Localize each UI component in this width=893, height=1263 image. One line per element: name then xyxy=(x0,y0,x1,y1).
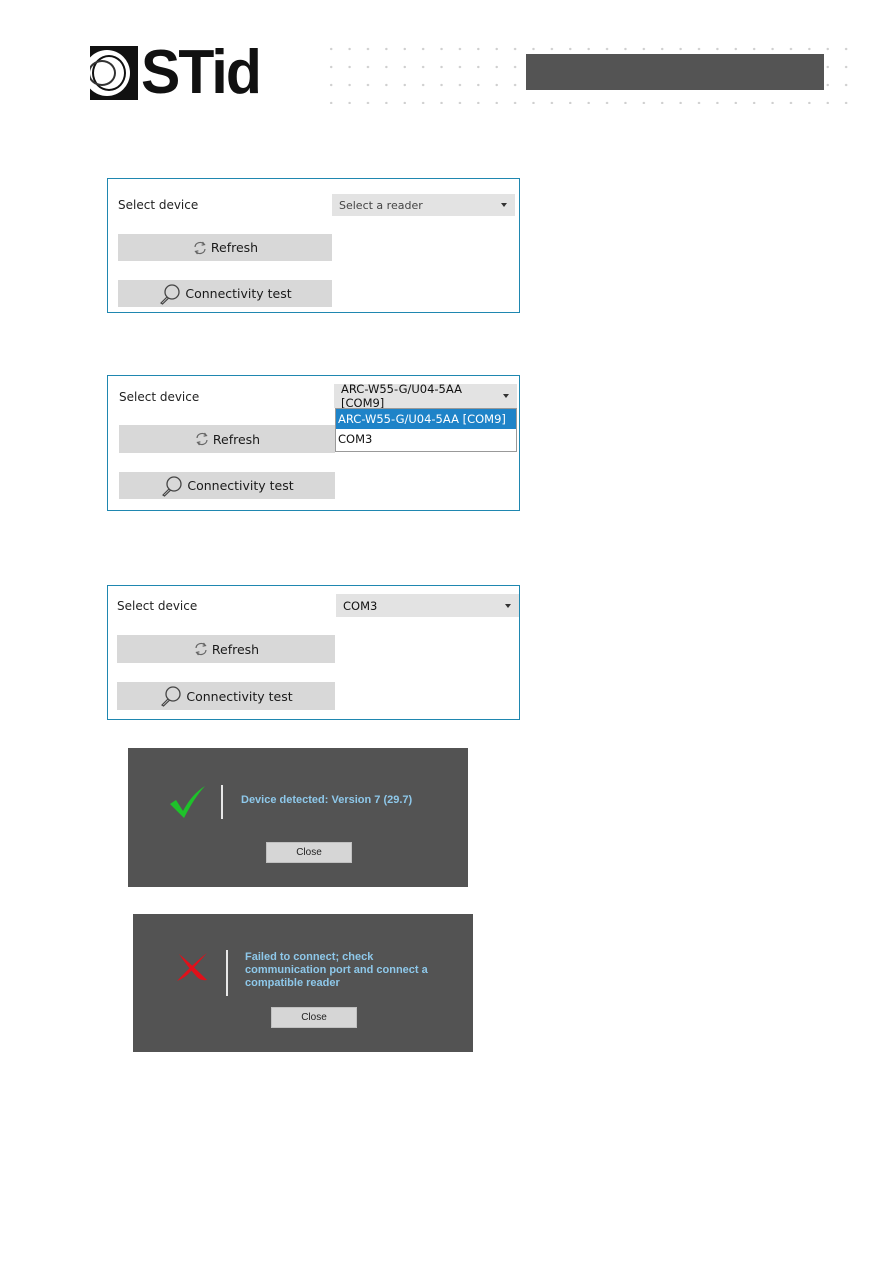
failure-dialog: Failed to connect; check communication p… xyxy=(133,914,473,1052)
chevron-down-icon xyxy=(503,394,509,398)
failure-message-line: Failed to connect; check xyxy=(245,951,374,963)
reader-select[interactable]: COM3 xyxy=(336,594,519,617)
check-icon xyxy=(170,786,205,818)
device-panel-1: Select device Select a reader Refresh Co… xyxy=(107,178,520,313)
refresh-label: Refresh xyxy=(211,641,260,657)
refresh-label: Refresh xyxy=(210,240,259,255)
connectivity-label: Connectivity test xyxy=(185,286,292,301)
magnifier-icon xyxy=(161,686,181,707)
dropdown-option[interactable]: COM3 xyxy=(336,429,516,449)
logo-text: STid xyxy=(140,37,262,107)
failure-message-line: compatible reader xyxy=(245,977,340,989)
device-panel-2: Select device ARC-W55-G/U04-5AA [COM9] R… xyxy=(107,375,520,511)
select-device-label: Select device xyxy=(119,390,200,404)
select-device-label: Select device xyxy=(117,599,198,613)
connectivity-label: Connectivity test xyxy=(187,478,294,493)
failure-message: Failed to connect; check communication p… xyxy=(245,951,428,990)
success-message: Device detected: Version 7 (29.7) xyxy=(241,794,413,806)
dropdown-option-selected[interactable]: ARC-W55-G/U04-5AA [COM9] xyxy=(336,409,516,429)
reader-dropdown-list: ARC-W55-G/U04-5AA [COM9] COM3 xyxy=(335,408,517,452)
magnifier-icon xyxy=(162,475,182,497)
logo-mark-icon xyxy=(90,45,138,100)
chevron-down-icon xyxy=(501,203,507,207)
refresh-button[interactable]: Refresh xyxy=(118,234,332,261)
refresh-icon xyxy=(195,642,207,656)
device-panel-3: Select device COM3 Refresh Connectivity … xyxy=(107,585,520,720)
connectivity-test-button[interactable]: Connectivity test xyxy=(118,280,332,307)
close-button[interactable]: Close xyxy=(266,842,352,863)
reader-select-value: Select a reader xyxy=(339,198,423,212)
cross-icon xyxy=(177,953,207,981)
connectivity-label: Connectivity test xyxy=(186,688,293,704)
reader-select[interactable]: Select a reader xyxy=(332,194,515,216)
reader-select[interactable]: ARC-W55-G/U04-5AA [COM9] xyxy=(334,382,517,410)
close-label: Close xyxy=(301,1012,327,1023)
close-button[interactable]: Close xyxy=(271,1007,357,1028)
close-label: Close xyxy=(296,847,322,858)
chevron-down-icon xyxy=(505,603,511,608)
stid-logo: STid xyxy=(90,37,266,107)
refresh-button[interactable]: Refresh xyxy=(117,635,335,663)
magnifier-icon xyxy=(160,283,180,305)
refresh-icon xyxy=(194,241,206,254)
reader-select-value: ARC-W55-G/U04-5AA [COM9] xyxy=(341,382,462,410)
reader-select-value: COM3 xyxy=(343,598,378,613)
refresh-label: Refresh xyxy=(212,431,261,447)
header-bar xyxy=(526,54,824,90)
failure-message-line: communication port and connect a xyxy=(245,964,428,976)
success-dialog: Device detected: Version 7 (29.7) Close xyxy=(128,748,468,887)
refresh-icon xyxy=(196,432,208,446)
select-device-label: Select device xyxy=(118,198,199,212)
refresh-button[interactable]: Refresh xyxy=(119,425,335,453)
dialog-separator xyxy=(221,785,223,819)
connectivity-test-button[interactable]: Connectivity test xyxy=(117,682,335,710)
connectivity-test-button[interactable]: Connectivity test xyxy=(119,472,335,499)
dialog-separator xyxy=(226,950,228,996)
